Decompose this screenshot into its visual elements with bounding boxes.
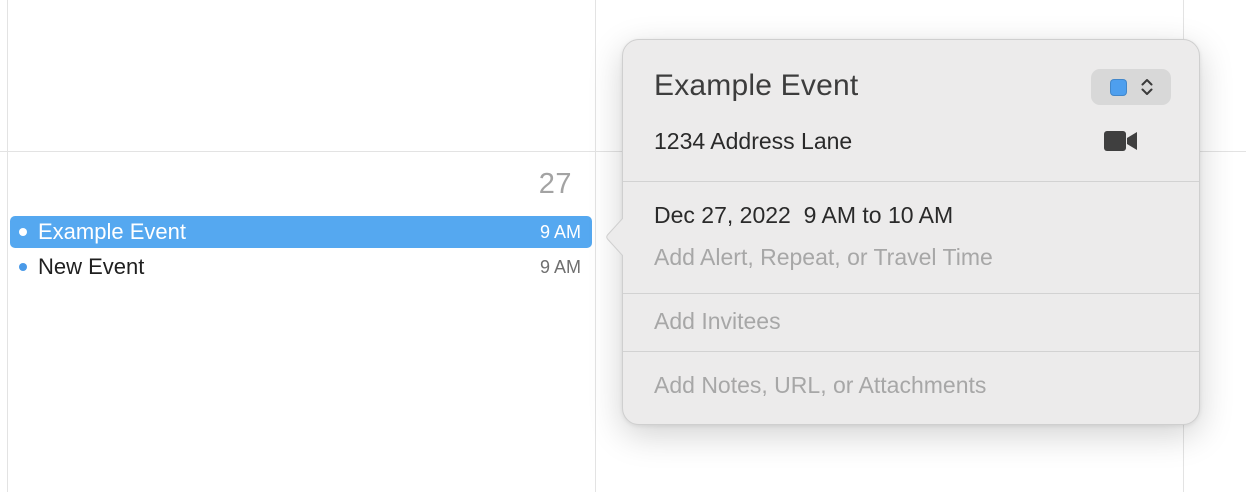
- event-time: 9 AM: [539, 256, 581, 277]
- event-title: New Event: [38, 254, 145, 279]
- grid-line: [7, 0, 8, 492]
- video-camera-icon[interactable]: [1104, 130, 1139, 152]
- chevron-up-down-icon: [1141, 79, 1152, 95]
- event-time: 9 AM: [539, 221, 581, 242]
- event-popover: Example Event 1234 Address Lane Dec 27, …: [606, 39, 1200, 425]
- event-new-event[interactable]: New Event 9 AM: [10, 251, 592, 283]
- grid-line: [595, 0, 596, 492]
- event-example-event[interactable]: Example Event 9 AM: [10, 216, 592, 248]
- popover-arrow: [606, 218, 623, 256]
- divider: [623, 293, 1199, 294]
- divider: [623, 181, 1199, 182]
- calendar-color-picker[interactable]: [1091, 69, 1171, 105]
- location-field[interactable]: 1234 Address Lane: [654, 128, 852, 155]
- divider: [623, 351, 1199, 352]
- event-title: Example Event: [38, 219, 186, 244]
- event-dot-icon: [19, 263, 27, 271]
- date-time-field[interactable]: Dec 27, 2022 9 AM to 10 AM: [654, 202, 953, 229]
- event-title-field[interactable]: Example Event: [654, 69, 858, 103]
- day-number[interactable]: 27: [520, 168, 572, 201]
- event-dot-icon: [19, 228, 27, 236]
- notes-url-attachments-field[interactable]: Add Notes, URL, or Attachments: [654, 372, 986, 399]
- calendar-color-swatch: [1109, 78, 1127, 96]
- invitees-field[interactable]: Add Invitees: [654, 308, 781, 335]
- alert-repeat-travel-field[interactable]: Add Alert, Repeat, or Travel Time: [654, 244, 993, 271]
